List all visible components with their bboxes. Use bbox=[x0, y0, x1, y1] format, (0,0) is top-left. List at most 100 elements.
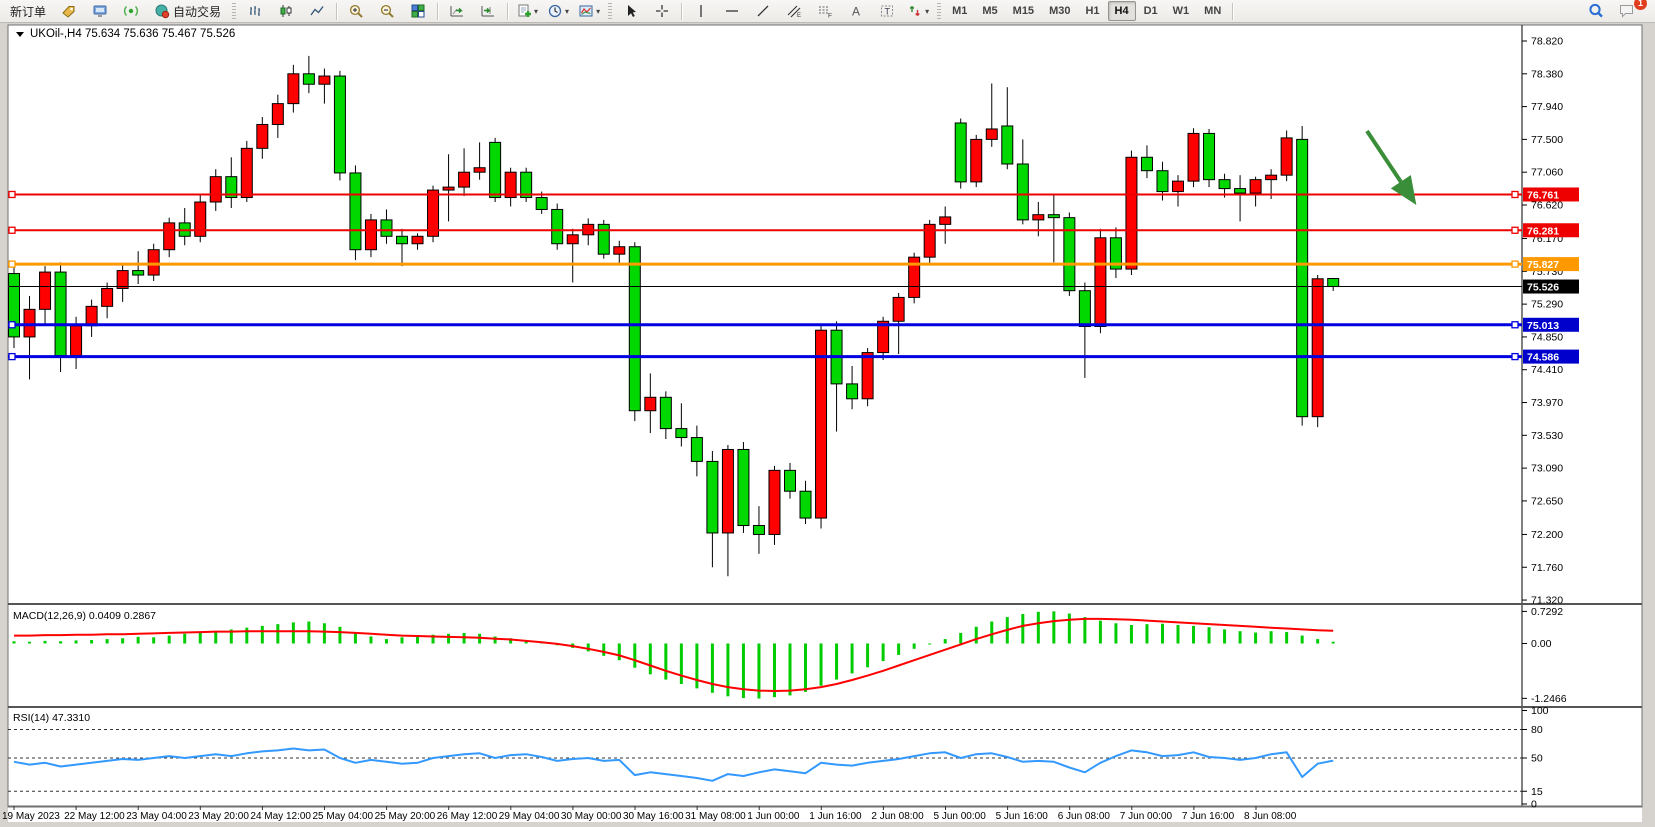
trendline-icon bbox=[755, 3, 771, 19]
fibonacci-button[interactable]: F bbox=[810, 0, 840, 22]
svg-text:31 May 08:00: 31 May 08:00 bbox=[685, 811, 746, 822]
svg-text:23 May 04:00: 23 May 04:00 bbox=[126, 811, 187, 822]
svg-text:F: F bbox=[828, 13, 832, 20]
svg-text:77.500: 77.500 bbox=[1531, 134, 1563, 146]
signal-icon bbox=[123, 3, 139, 19]
svg-text:6 Jun 08:00: 6 Jun 08:00 bbox=[1058, 811, 1111, 822]
svg-text:75.013: 75.013 bbox=[1527, 320, 1559, 332]
terminal-icon bbox=[92, 3, 108, 19]
toolbar-grip bbox=[937, 3, 941, 19]
text-button[interactable]: A bbox=[841, 0, 871, 22]
toolbar-separator bbox=[507, 3, 508, 20]
svg-text:50: 50 bbox=[1531, 753, 1543, 765]
svg-text:8 Jun 08:00: 8 Jun 08:00 bbox=[1244, 811, 1297, 822]
svg-text:100: 100 bbox=[1531, 705, 1549, 717]
svg-text:22 May 12:00: 22 May 12:00 bbox=[64, 811, 125, 822]
horizontal-line-button[interactable] bbox=[717, 0, 747, 22]
terminal-button[interactable] bbox=[85, 0, 115, 22]
svg-text:74.586: 74.586 bbox=[1527, 352, 1559, 364]
signal-button[interactable] bbox=[116, 0, 146, 22]
caret-down-icon: ▾ bbox=[925, 7, 929, 16]
svg-text:23 May 20:00: 23 May 20:00 bbox=[188, 811, 249, 822]
trendline-button[interactable] bbox=[748, 0, 778, 22]
svg-text:75.526: 75.526 bbox=[1527, 282, 1559, 294]
candlestick-chart-icon bbox=[278, 3, 294, 19]
svg-text:75.290: 75.290 bbox=[1531, 299, 1563, 311]
cursor-button[interactable] bbox=[616, 0, 646, 22]
notifications-button[interactable]: 1 bbox=[1612, 0, 1642, 22]
autoscroll-icon bbox=[449, 3, 465, 19]
svg-text:74.850: 74.850 bbox=[1531, 331, 1563, 343]
search-button[interactable] bbox=[1581, 0, 1611, 22]
caret-down-icon: ▾ bbox=[534, 7, 538, 16]
svg-text:30 May 00:00: 30 May 00:00 bbox=[561, 811, 622, 822]
periods-dropdown-button[interactable]: ▾ bbox=[543, 0, 573, 22]
arrows-dropdown-button[interactable]: ▾ bbox=[903, 0, 933, 22]
tf-m5-button[interactable]: M5 bbox=[975, 1, 1004, 21]
svg-text:MACD(12,26,9) 0.0409 0.2867: MACD(12,26,9) 0.0409 0.2867 bbox=[13, 610, 156, 622]
svg-text:73.970: 73.970 bbox=[1531, 397, 1563, 409]
svg-text:0.7292: 0.7292 bbox=[1531, 606, 1563, 618]
template-icon bbox=[578, 3, 594, 19]
cursor-icon bbox=[623, 3, 639, 19]
svg-text:71.320: 71.320 bbox=[1531, 595, 1563, 607]
tile-windows-button[interactable] bbox=[403, 0, 433, 22]
svg-text:25 May 04:00: 25 May 04:00 bbox=[313, 811, 374, 822]
svg-text:25 May 20:00: 25 May 20:00 bbox=[375, 811, 436, 822]
tf-m30-button[interactable]: M30 bbox=[1042, 1, 1077, 21]
caret-down-icon: ▾ bbox=[565, 7, 569, 16]
svg-text:76.761: 76.761 bbox=[1527, 189, 1559, 201]
notification-badge: 1 bbox=[1634, 0, 1647, 10]
new-chart-button[interactable]: ▾ bbox=[512, 0, 542, 22]
tf-w1-button[interactable]: W1 bbox=[1166, 1, 1197, 21]
equidistant-channel-button[interactable]: E bbox=[779, 0, 809, 22]
chart-canvas[interactable]: 78.82078.38077.94077.50077.06076.62076.1… bbox=[0, 23, 1655, 827]
zoom-out-icon bbox=[379, 3, 395, 19]
svg-text:30 May 16:00: 30 May 16:00 bbox=[623, 811, 684, 822]
new-order-button[interactable]: 新订单 bbox=[3, 0, 53, 22]
svg-text:77.940: 77.940 bbox=[1531, 101, 1563, 113]
templates-dropdown-button[interactable]: ▾ bbox=[574, 0, 604, 22]
candlestick-chart-button[interactable] bbox=[271, 0, 301, 22]
label-icon: T bbox=[879, 3, 895, 19]
bar-chart-button[interactable] bbox=[240, 0, 270, 22]
svg-text:7 Jun 16:00: 7 Jun 16:00 bbox=[1182, 811, 1235, 822]
zoom-out-button[interactable] bbox=[372, 0, 402, 22]
label-button[interactable]: T bbox=[872, 0, 902, 22]
zoom-in-icon bbox=[348, 3, 364, 19]
autotrade-button[interactable]: 自动交易 bbox=[147, 0, 228, 22]
mt4-window: 新订单 自动交易 bbox=[0, 0, 1655, 827]
order-tag-button[interactable] bbox=[54, 0, 84, 22]
clock-icon bbox=[547, 3, 563, 19]
svg-text:E: E bbox=[797, 13, 801, 19]
svg-text:1 Jun 16:00: 1 Jun 16:00 bbox=[809, 811, 862, 822]
tf-m1-button[interactable]: M1 bbox=[945, 1, 974, 21]
tf-m15-button[interactable]: M15 bbox=[1006, 1, 1041, 21]
horizontal-line-icon bbox=[724, 3, 740, 19]
tf-mn-button[interactable]: MN bbox=[1197, 1, 1228, 21]
bar-chart-icon bbox=[247, 3, 263, 19]
tf-d1-button[interactable]: D1 bbox=[1137, 1, 1165, 21]
svg-text:1 Jun 00:00: 1 Jun 00:00 bbox=[747, 811, 800, 822]
svg-text:0: 0 bbox=[1531, 799, 1537, 811]
svg-text:24 May 12:00: 24 May 12:00 bbox=[250, 811, 311, 822]
line-chart-button[interactable] bbox=[302, 0, 332, 22]
svg-text:76.281: 76.281 bbox=[1527, 225, 1559, 237]
svg-text:77.060: 77.060 bbox=[1531, 167, 1563, 179]
autotrade-label: 自动交易 bbox=[173, 3, 221, 20]
chart-shift-button[interactable] bbox=[473, 0, 503, 22]
svg-text:RSI(14) 47.3310: RSI(14) 47.3310 bbox=[13, 712, 90, 724]
tf-h4-button[interactable]: H4 bbox=[1108, 1, 1136, 21]
svg-text:78.820: 78.820 bbox=[1531, 36, 1563, 48]
svg-text:26 May 12:00: 26 May 12:00 bbox=[437, 811, 498, 822]
tf-h1-button[interactable]: H1 bbox=[1078, 1, 1106, 21]
svg-text:74.410: 74.410 bbox=[1531, 364, 1563, 376]
main-toolbar: 新订单 自动交易 bbox=[0, 0, 1655, 23]
autoscroll-button[interactable] bbox=[442, 0, 472, 22]
vertical-line-icon bbox=[693, 3, 709, 19]
svg-text:29 May 04:00: 29 May 04:00 bbox=[499, 811, 560, 822]
crosshair-button[interactable] bbox=[647, 0, 677, 22]
zoom-in-button[interactable] bbox=[341, 0, 371, 22]
svg-text:75.827: 75.827 bbox=[1527, 259, 1559, 271]
vertical-line-button[interactable] bbox=[686, 0, 716, 22]
